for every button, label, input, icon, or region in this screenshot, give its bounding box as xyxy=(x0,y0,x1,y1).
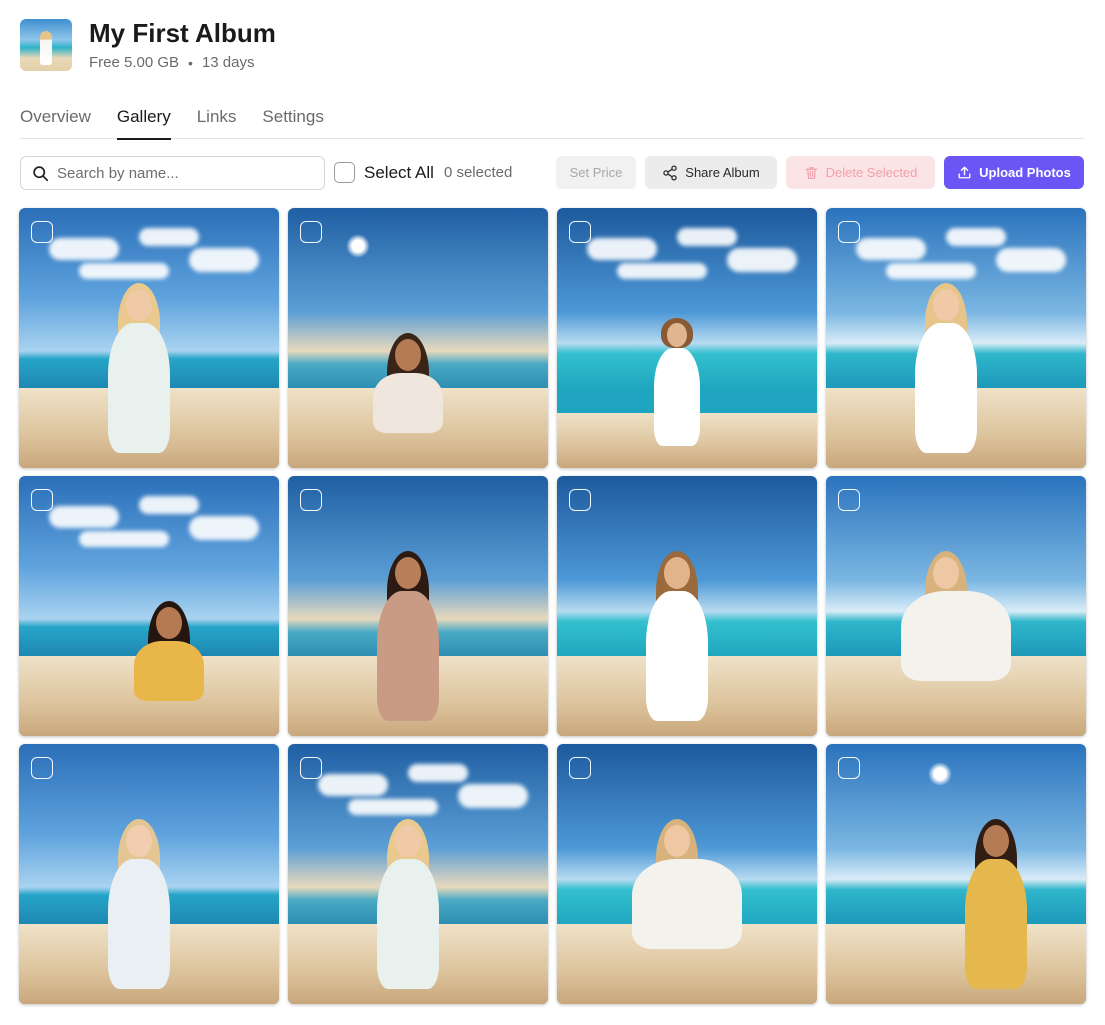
photo-select-checkbox[interactable] xyxy=(569,757,591,779)
delete-selected-label: Delete Selected xyxy=(825,165,918,180)
gallery-photo[interactable] xyxy=(557,744,817,1004)
gallery-photo[interactable] xyxy=(19,744,279,1004)
album-title: My First Album xyxy=(89,18,276,48)
share-icon xyxy=(663,164,678,181)
photo-select-checkbox[interactable] xyxy=(300,757,322,779)
tab-settings[interactable]: Settings xyxy=(262,104,323,139)
photo-select-checkbox[interactable] xyxy=(300,221,322,243)
gallery-photo[interactable] xyxy=(288,744,548,1004)
gallery-photo[interactable] xyxy=(826,744,1086,1004)
search-input[interactable] xyxy=(57,164,307,182)
select-all-control: Select All 0 selected xyxy=(334,162,512,183)
album-duration: 13 days xyxy=(201,54,255,71)
gallery-photo[interactable] xyxy=(557,476,817,736)
gallery-photo[interactable] xyxy=(288,208,548,468)
album-meta: Free 5.00 GB • 13 days xyxy=(89,54,276,71)
search-box xyxy=(20,156,325,190)
tab-links[interactable]: Links xyxy=(197,104,237,139)
set-price-button[interactable]: Set Price xyxy=(556,156,636,189)
selected-count: 0 selected xyxy=(443,164,513,181)
photo-select-checkbox[interactable] xyxy=(31,221,53,243)
share-album-label: Share Album xyxy=(685,165,760,180)
select-all-checkbox[interactable] xyxy=(334,162,355,183)
photo-select-checkbox[interactable] xyxy=(838,221,860,243)
upload-photos-button[interactable]: Upload Photos xyxy=(944,156,1084,189)
album-storage: Free 5.00 GB xyxy=(89,54,180,71)
album-header: My First Album Free 5.00 GB • 13 days xyxy=(20,18,276,71)
trash-icon xyxy=(805,166,817,179)
set-price-label: Set Price xyxy=(569,165,623,180)
meta-separator: • xyxy=(188,54,193,71)
tab-overview[interactable]: Overview xyxy=(20,104,91,139)
upload-icon xyxy=(958,166,971,179)
gallery-photo[interactable] xyxy=(288,476,548,736)
upload-photos-label: Upload Photos xyxy=(979,165,1071,180)
select-all-label[interactable]: Select All xyxy=(364,163,434,183)
photo-select-checkbox[interactable] xyxy=(569,221,591,243)
gallery-photo[interactable] xyxy=(19,208,279,468)
delete-selected-button[interactable]: Delete Selected xyxy=(786,156,935,189)
photo-grid xyxy=(19,208,1086,1004)
album-tabs: Overview Gallery Links Settings xyxy=(20,104,1084,140)
photo-select-checkbox[interactable] xyxy=(838,489,860,511)
album-cover-thumbnail xyxy=(20,18,72,71)
gallery-photo[interactable] xyxy=(826,476,1086,736)
photo-select-checkbox[interactable] xyxy=(31,757,53,779)
photo-select-checkbox[interactable] xyxy=(569,489,591,511)
photo-select-checkbox[interactable] xyxy=(300,489,322,511)
album-title-block: My First Album Free 5.00 GB • 13 days xyxy=(89,18,276,71)
photo-select-checkbox[interactable] xyxy=(31,489,53,511)
photo-select-checkbox[interactable] xyxy=(838,757,860,779)
search-icon xyxy=(33,165,49,181)
share-album-button[interactable]: Share Album xyxy=(645,156,777,189)
gallery-photo[interactable] xyxy=(826,208,1086,468)
gallery-toolbar: Select All 0 selected Set Price Share Al… xyxy=(20,156,1084,191)
tab-gallery[interactable]: Gallery xyxy=(116,104,171,140)
gallery-photo[interactable] xyxy=(19,476,279,736)
gallery-photo[interactable] xyxy=(557,208,817,468)
